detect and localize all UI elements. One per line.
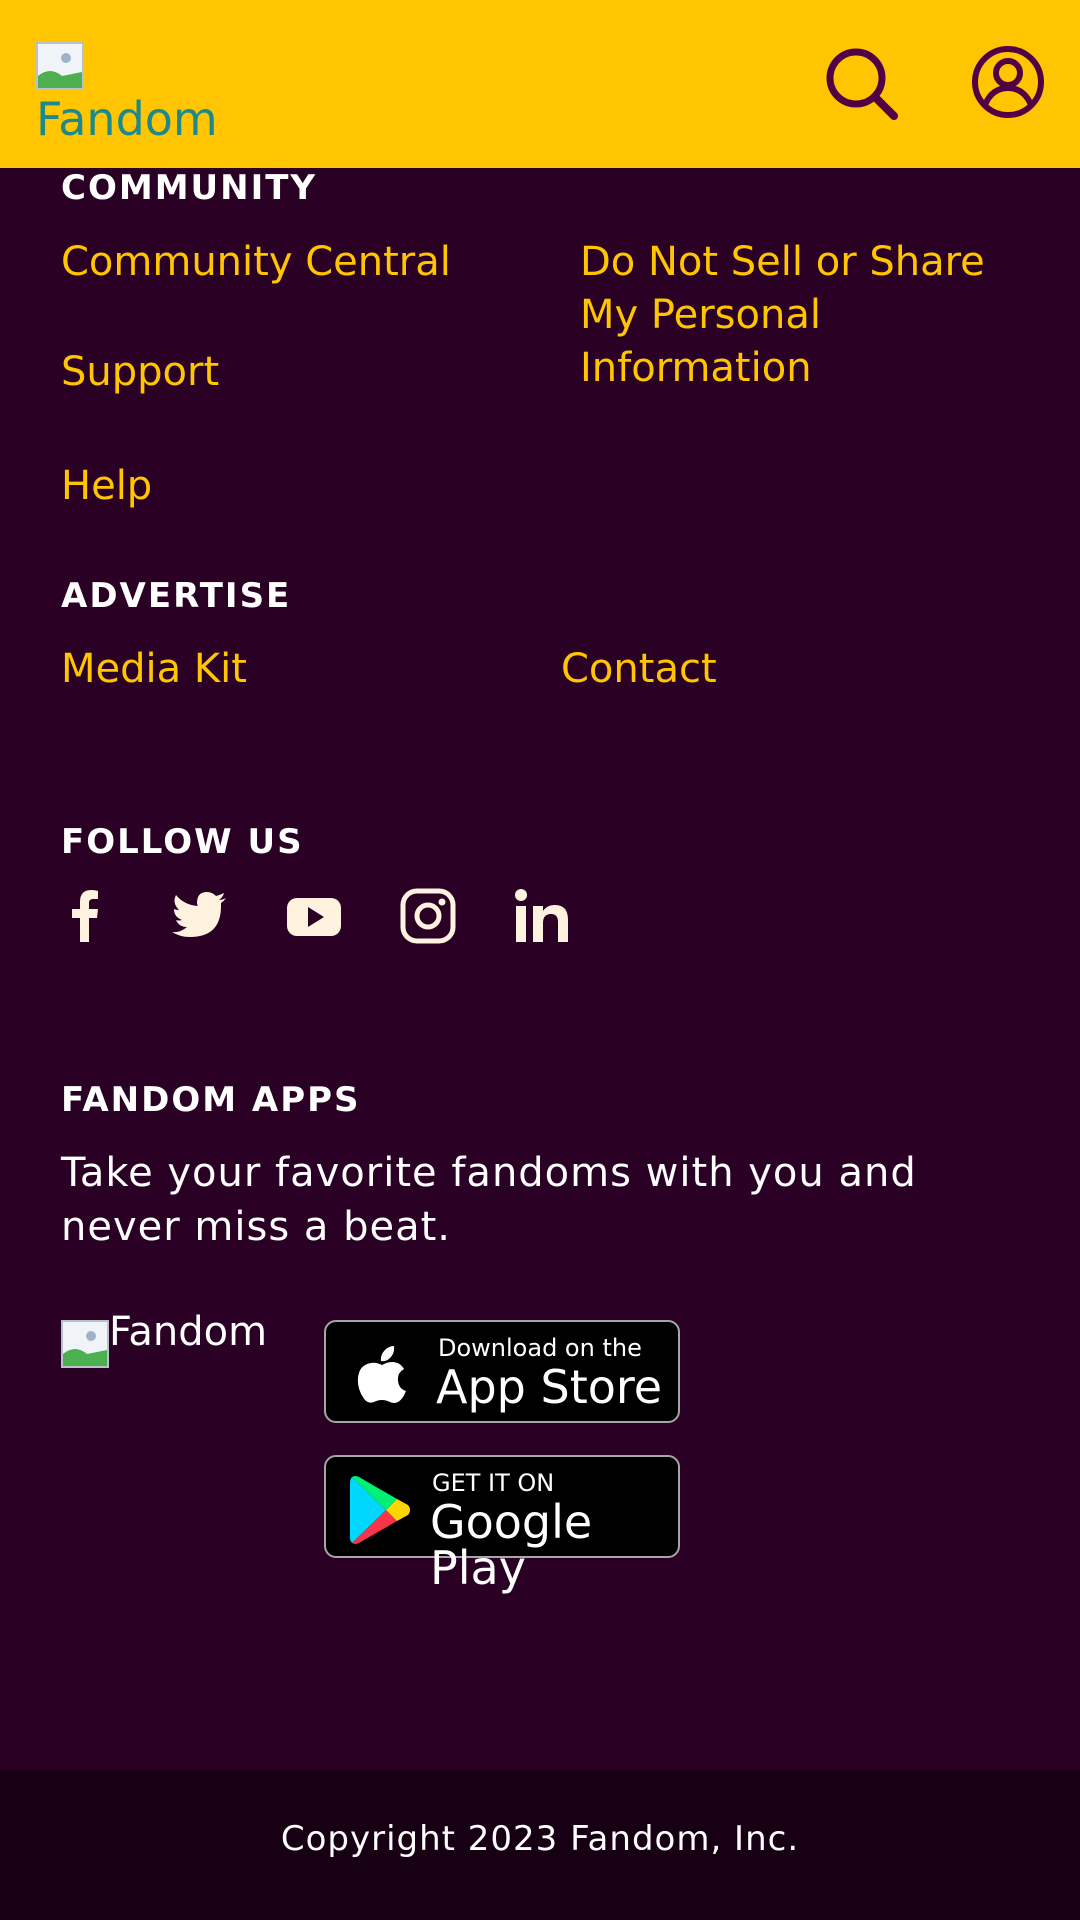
follow-us-heading: FOLLOW US (61, 822, 304, 862)
broken-image-icon (61, 1320, 109, 1368)
contact-link[interactable]: Contact (561, 643, 717, 696)
do-not-sell-line-1: Do Not Sell or Share (580, 239, 985, 285)
top-bar: Fandom (0, 0, 1080, 168)
apple-icon (357, 1346, 406, 1403)
search-icon[interactable] (822, 44, 902, 124)
facebook-icon[interactable] (56, 886, 116, 946)
media-kit-link[interactable]: Media Kit (61, 643, 247, 696)
fandom-apps-heading: FANDOM APPS (61, 1080, 361, 1120)
app-store-small-text: Download on the (438, 1334, 642, 1362)
support-link[interactable]: Support (61, 346, 219, 399)
fandom-logo-link[interactable]: Fandom (36, 42, 236, 152)
help-link[interactable]: Help (61, 460, 152, 513)
do-not-sell-link[interactable]: Do Not Sell or Share My Personal Informa… (580, 236, 1040, 395)
do-not-sell-line-2: My Personal (580, 292, 821, 338)
google-play-small-text: GET IT ON (432, 1469, 555, 1497)
twitter-icon[interactable] (170, 886, 230, 946)
app-store-badge[interactable]: Download on the App Store (324, 1320, 680, 1423)
do-not-sell-line-3: Information (580, 345, 812, 391)
youtube-icon[interactable] (284, 886, 344, 946)
fandom-apps-description: Take your favorite fandoms with you and … (61, 1150, 917, 1250)
app-logo-alt-text: Fandom (109, 1309, 268, 1355)
broken-image-icon (36, 42, 84, 90)
google-play-icon (350, 1476, 410, 1544)
user-icon[interactable] (968, 42, 1048, 122)
google-play-badge[interactable]: GET IT ON Google Play (324, 1455, 680, 1591)
community-central-link[interactable]: Community Central (61, 236, 451, 289)
community-heading: COMMUNITY (61, 168, 318, 208)
logo-alt-text: Fandom (36, 92, 218, 146)
instagram-icon[interactable] (398, 886, 458, 946)
linkedin-icon[interactable] (512, 886, 572, 946)
copyright-text: Copyright 2023 Fandom, Inc. (280, 1819, 800, 1859)
advertise-heading: ADVERTISE (61, 576, 292, 616)
app-store-big-text: App Store (436, 1360, 663, 1414)
google-play-big-text: Google Play (430, 1495, 593, 1595)
fandom-app-logo: Fandom (61, 1312, 281, 1380)
